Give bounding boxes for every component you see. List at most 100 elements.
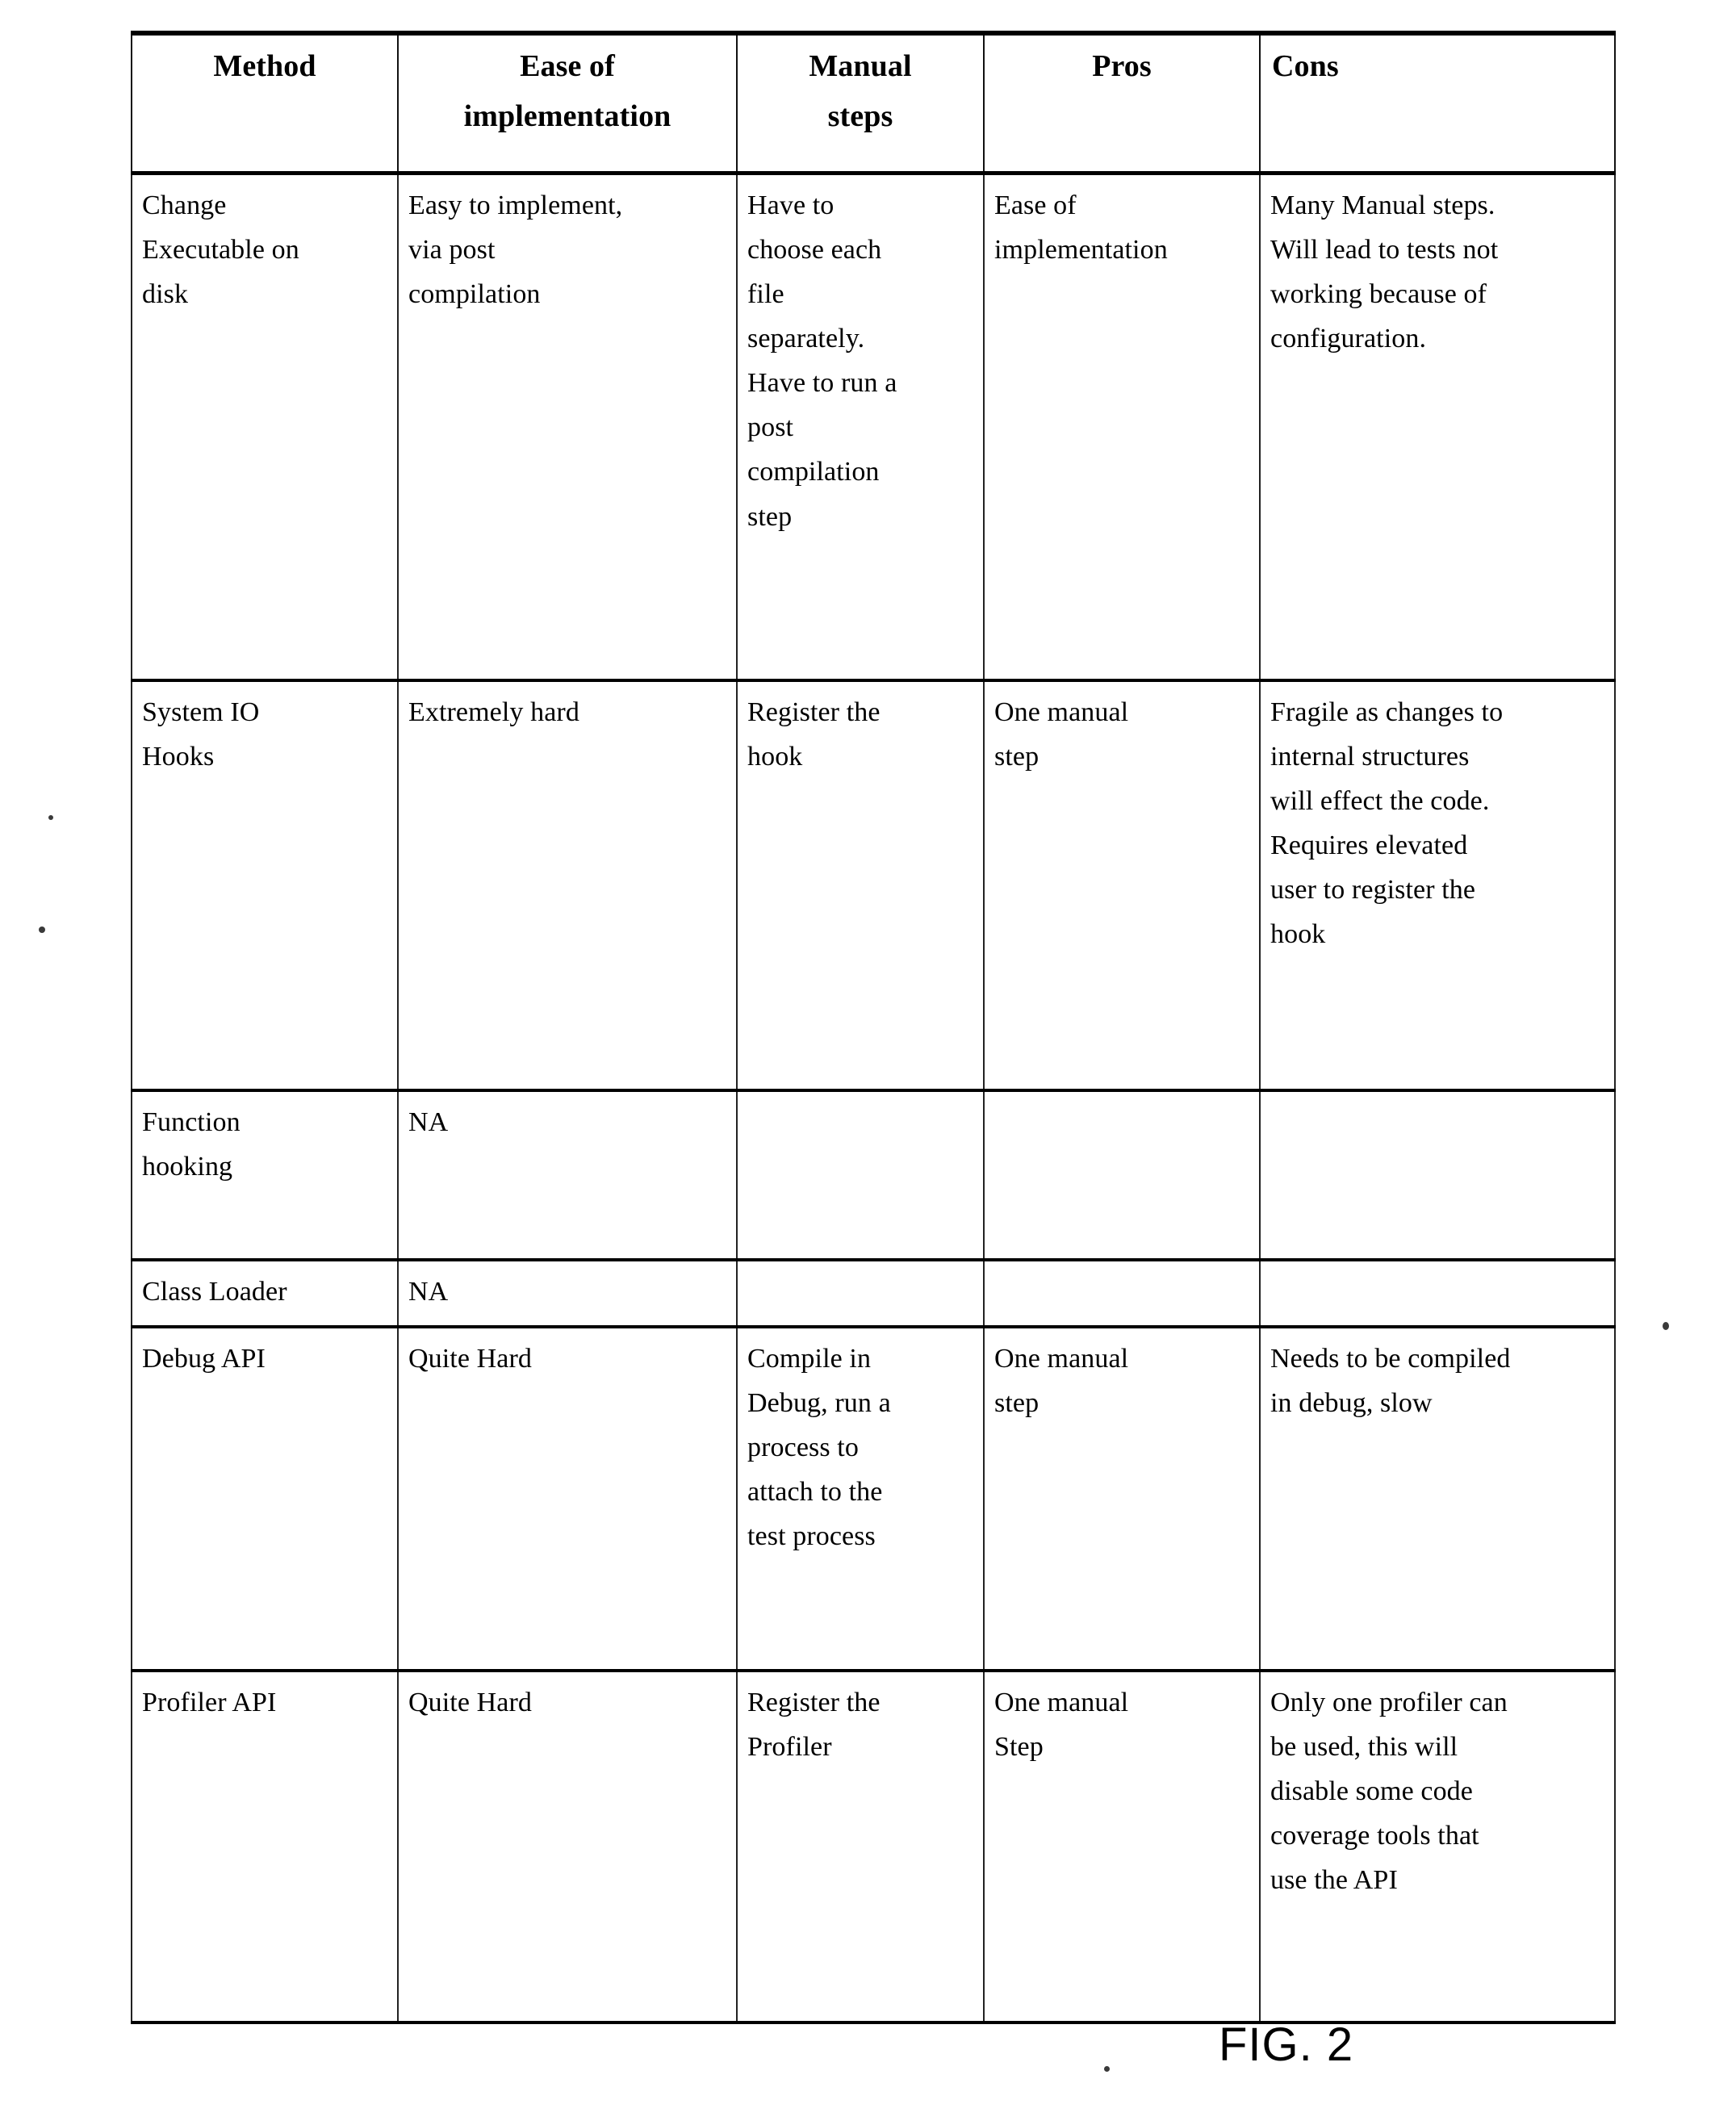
cell-line: compilation xyxy=(747,457,880,487)
table-row: Class Loader NA xyxy=(131,1257,1616,1329)
cell-line: internal structures xyxy=(1270,742,1470,772)
cell-line: One manual xyxy=(994,1688,1129,1718)
cell-line: Have to xyxy=(747,190,835,220)
cell-line: Register the xyxy=(747,697,881,727)
cell-line: Register the xyxy=(747,1688,881,1718)
cell-pros: One manual step xyxy=(983,1325,1261,1673)
cell-pros xyxy=(983,1089,1261,1261)
cell-manual-steps xyxy=(736,1089,985,1261)
cell-pros: Ease of implementation xyxy=(983,171,1261,682)
cell-line: Many Manual steps. xyxy=(1270,190,1495,220)
cell-line: Fragile as changes to xyxy=(1270,697,1504,727)
table-body: Change Executable on disk Easy to implem… xyxy=(131,171,1616,2025)
cell-line: coverage tools that xyxy=(1270,1821,1479,1851)
table-row: Change Executable on disk Easy to implem… xyxy=(131,171,1616,682)
cell-manual-steps: Compile in Debug, run a process to attac… xyxy=(736,1325,985,1673)
cell-manual-steps: Register the hook xyxy=(736,679,985,1092)
cell-line: Profiler xyxy=(747,1732,832,1763)
cell-line: Extremely hard xyxy=(408,697,579,727)
header-line: Manual xyxy=(809,49,912,83)
cell-line: in debug, slow xyxy=(1270,1388,1433,1419)
cell-line: Will lead to tests not xyxy=(1270,235,1499,266)
figure-caption: FIG. 2 xyxy=(1219,2018,1354,2071)
cell-ease: Quite Hard xyxy=(397,1669,738,2025)
method-comparison-table: Method Ease of implementation Manual ste… xyxy=(131,31,1616,2025)
cell-line: hooking xyxy=(142,1152,233,1182)
cell-line: file xyxy=(747,279,784,310)
cell-line: step xyxy=(994,742,1040,772)
cell-ease: Extremely hard xyxy=(397,679,738,1092)
scan-speck xyxy=(1663,1322,1669,1330)
cell-line: working because of xyxy=(1270,279,1487,310)
header-line: Pros xyxy=(1092,49,1152,83)
column-header-cons: Cons xyxy=(1259,31,1616,175)
cell-line: Requires elevated xyxy=(1270,830,1468,861)
cell-line: Debug API xyxy=(142,1344,266,1374)
column-header-pros: Pros xyxy=(983,31,1261,175)
cell-line: will effect the code. xyxy=(1270,786,1490,817)
cell-cons: Only one profiler can be used, this will… xyxy=(1259,1669,1616,2025)
cell-line: Ease of xyxy=(994,190,1077,220)
cell-line: step xyxy=(994,1388,1040,1419)
cell-manual-steps xyxy=(736,1257,985,1329)
cell-line: compilation xyxy=(408,279,541,310)
cell-line: Compile in xyxy=(747,1344,872,1374)
cell-line: Quite Hard xyxy=(408,1688,533,1718)
cell-line: Class Loader xyxy=(142,1277,287,1307)
cell-manual-steps: Register the Profiler xyxy=(736,1669,985,2025)
scan-speck xyxy=(39,927,45,933)
cell-line: Quite Hard xyxy=(408,1344,533,1374)
cell-line: Profiler API xyxy=(142,1688,277,1718)
cell-ease: NA xyxy=(397,1089,738,1261)
scan-speck xyxy=(48,815,53,820)
cell-line: Executable on xyxy=(142,235,299,266)
cell-pros: One manual step xyxy=(983,679,1261,1092)
header-line: Method xyxy=(213,49,316,83)
cell-line: One manual xyxy=(994,697,1129,727)
cell-line: Easy to implement, xyxy=(408,190,623,220)
cell-pros: One manual Step xyxy=(983,1669,1261,2025)
table-header-row: Method Ease of implementation Manual ste… xyxy=(131,31,1616,175)
cell-line: hook xyxy=(1270,919,1326,950)
cell-cons: Many Manual steps. Will lead to tests no… xyxy=(1259,171,1616,682)
cell-method: System IO Hooks xyxy=(131,679,399,1092)
cell-cons xyxy=(1259,1257,1616,1329)
header-line: Ease of xyxy=(520,49,615,83)
cell-line: Have to run a xyxy=(747,368,897,399)
cell-line: NA xyxy=(408,1107,449,1137)
column-header-ease-of-implementation: Ease of implementation xyxy=(397,31,738,175)
cell-line: Only one profiler can xyxy=(1270,1688,1508,1718)
cell-ease: NA xyxy=(397,1257,738,1329)
cell-line: attach to the xyxy=(747,1477,883,1508)
cell-line: choose each xyxy=(747,235,882,266)
table-row: Profiler API Quite Hard Register the Pro… xyxy=(131,1669,1616,2025)
cell-line: be used, this will xyxy=(1270,1732,1458,1763)
cell-line: implementation xyxy=(994,235,1168,266)
cell-method: Debug API xyxy=(131,1325,399,1673)
cell-method: Change Executable on disk xyxy=(131,171,399,682)
table-row: Debug API Quite Hard Compile in Debug, r… xyxy=(131,1325,1616,1673)
cell-method: Function hooking xyxy=(131,1089,399,1261)
header-line: implementation xyxy=(463,98,671,133)
cell-line: Step xyxy=(994,1732,1044,1763)
cell-line: Debug, run a xyxy=(747,1388,891,1419)
scan-speck xyxy=(1104,2066,1110,2072)
cell-line: step xyxy=(747,501,793,532)
cell-line: use the API xyxy=(1270,1865,1398,1896)
cell-line: Change xyxy=(142,190,227,220)
header-line: Cons xyxy=(1272,49,1339,83)
table-row: Function hooking NA xyxy=(131,1089,1616,1261)
cell-line: NA xyxy=(408,1277,449,1307)
cell-line: configuration. xyxy=(1270,324,1427,354)
cell-ease: Easy to implement, via post compilation xyxy=(397,171,738,682)
patent-figure-page: Method Ease of implementation Manual ste… xyxy=(0,0,1736,2125)
cell-line: hook xyxy=(747,742,803,772)
column-header-manual-steps: Manual steps xyxy=(736,31,985,175)
cell-line: Function xyxy=(142,1107,241,1137)
table-header: Method Ease of implementation Manual ste… xyxy=(131,31,1616,175)
cell-line: post xyxy=(747,412,794,443)
cell-line: Hooks xyxy=(142,742,215,772)
column-header-method: Method xyxy=(131,31,399,175)
cell-line: test process xyxy=(747,1521,876,1552)
cell-line: System IO xyxy=(142,697,260,727)
